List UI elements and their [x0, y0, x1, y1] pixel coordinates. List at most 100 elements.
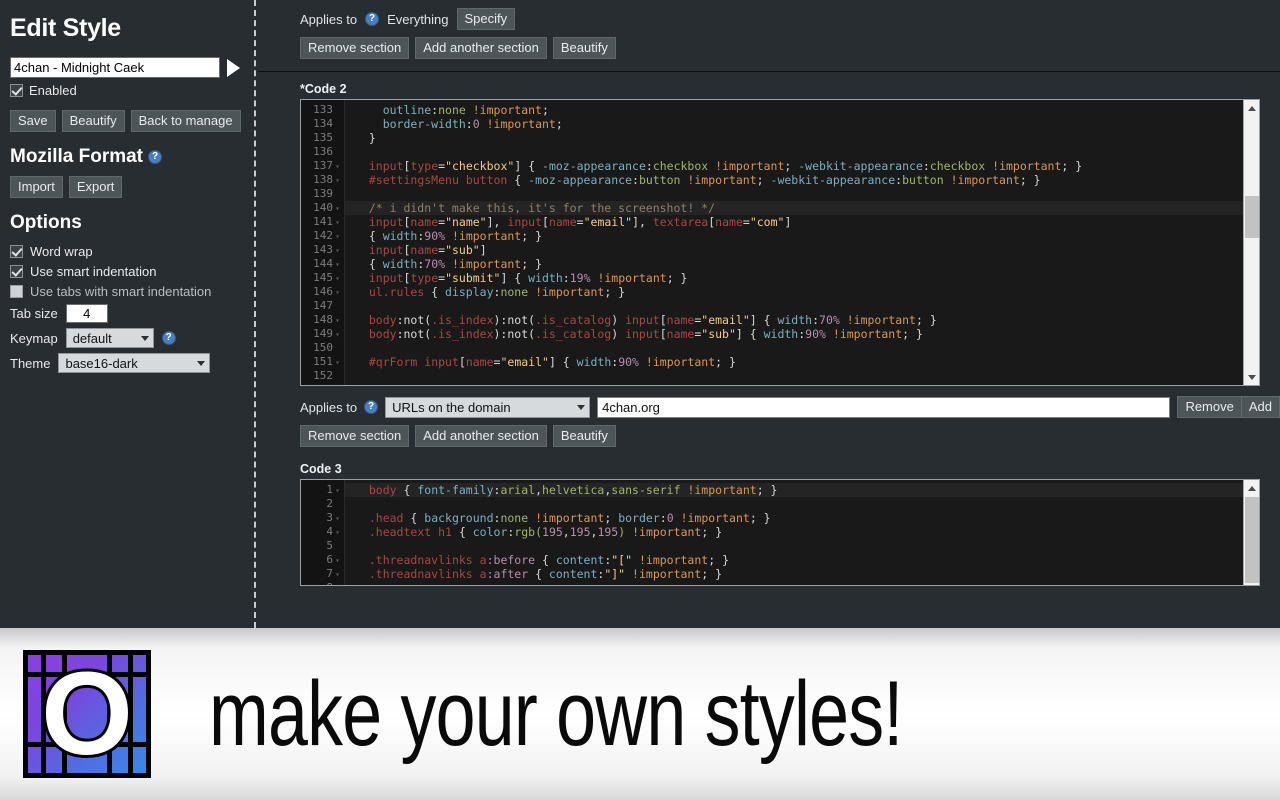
code-line[interactable]: { width:70% !important; }	[355, 257, 1259, 271]
remove-section-button[interactable]: Remove section	[300, 37, 409, 59]
back-to-manage-button[interactable]: Back to manage	[131, 110, 241, 132]
code-line[interactable]: .headtext h1 { color:rgb(195,195,195) !i…	[355, 525, 1259, 539]
fold-arrow-icon[interactable]: ▾	[333, 244, 342, 258]
code-line[interactable]: { width:90% !important; }	[355, 229, 1259, 243]
code-line[interactable]	[355, 497, 1259, 511]
remove-applies-button[interactable]: Remove	[1177, 396, 1241, 418]
fold-arrow-icon[interactable]: ▾	[333, 568, 342, 582]
code-token: ; }	[701, 567, 722, 581]
line-number: 8	[301, 581, 344, 586]
code-token: .is_catalog	[535, 327, 611, 341]
applies-to-url-input[interactable]	[597, 397, 1170, 418]
fold-arrow-icon[interactable]: ▾	[333, 484, 342, 498]
fold-arrow-icon[interactable]: ▾	[333, 230, 342, 244]
fold-arrow-icon[interactable]: ▾	[333, 202, 342, 216]
code-line[interactable]: input[type="submit"] { width:19% !import…	[355, 271, 1259, 285]
question-mark-icon[interactable]: ?	[365, 12, 379, 26]
tab-size-input[interactable]	[66, 304, 108, 323]
code-line[interactable]: body { font-family:arial,helvetica,sans-…	[345, 483, 1259, 497]
code-line[interactable]	[355, 341, 1259, 355]
code-line[interactable]: input[type="checkbox"] { -moz-appearance…	[355, 159, 1259, 173]
code-token: [	[459, 355, 466, 369]
fold-arrow-icon[interactable]: ▾	[333, 356, 342, 370]
scroll-up-arrow-icon[interactable]	[1244, 480, 1260, 496]
code-token: !important	[473, 103, 542, 117]
arrow-right-icon[interactable]	[227, 59, 240, 77]
code3-editor[interactable]: 1▾2 3▾4▾5 6▾7▾8 body { font-family:arial…	[300, 479, 1260, 586]
code-line[interactable]: .threadnavlinks a:after { content:"]" !i…	[355, 567, 1259, 581]
fold-arrow-icon[interactable]: ▾	[333, 512, 342, 526]
code-line[interactable]: input[name="sub"]	[355, 243, 1259, 257]
beautify-section-button[interactable]: Beautify	[553, 37, 616, 59]
add-another-section-button[interactable]: Add another section	[415, 37, 547, 59]
code-token: 195	[597, 525, 618, 539]
code-line[interactable]: .threadnavlinks a:before { content:"[" !…	[355, 553, 1259, 567]
enabled-checkbox-row[interactable]: Enabled	[10, 83, 246, 98]
fold-arrow-icon[interactable]: ▾	[333, 554, 342, 568]
applies-to-type-select[interactable]: URLs on the domain	[385, 397, 590, 418]
question-mark-icon[interactable]: ?	[148, 150, 162, 164]
word-wrap-checkbox[interactable]	[10, 245, 23, 258]
enabled-checkbox[interactable]	[10, 84, 23, 97]
option-word-wrap[interactable]: Word wrap	[10, 244, 246, 259]
add-applies-button[interactable]: Add	[1242, 396, 1280, 418]
style-name-input[interactable]	[10, 57, 220, 78]
scroll-down-arrow-icon[interactable]	[1244, 369, 1260, 385]
fold-arrow-icon[interactable]: ▾	[333, 160, 342, 174]
code-line[interactable]: border-width:0 !important;	[355, 117, 1259, 131]
code-token: ,	[563, 525, 570, 539]
code-line[interactable]	[355, 299, 1259, 313]
code-line[interactable]	[355, 145, 1259, 159]
code-token: 90%	[618, 355, 639, 369]
smart-indentation-checkbox[interactable]	[10, 265, 23, 278]
fold-arrow-icon[interactable]: ▾	[333, 258, 342, 272]
code3-content[interactable]: body { font-family:arial,helvetica,sans-…	[345, 480, 1259, 585]
code2-scrollbar[interactable]	[1243, 100, 1259, 385]
code-line[interactable]: /* resize the email field for /b/ */	[355, 383, 1259, 385]
fold-arrow-icon[interactable]: ▾	[333, 174, 342, 188]
tabs-smart-indentation-checkbox[interactable]	[10, 285, 23, 298]
question-mark-icon[interactable]: ?	[162, 331, 176, 345]
code-line[interactable]: #qrForm input[name="email"] { width:90% …	[355, 355, 1259, 369]
code-line[interactable]: input[name="name"], input[name="email"],…	[355, 215, 1259, 229]
code-line[interactable]	[355, 539, 1259, 553]
remove-section-button[interactable]: Remove section	[300, 425, 409, 447]
code-line[interactable]: outline:none !important;	[355, 103, 1259, 117]
code-line[interactable]: #settingsMenu button { -moz-appearance:b…	[355, 173, 1259, 187]
fold-arrow-icon[interactable]: ▾	[333, 286, 342, 300]
fold-arrow-icon[interactable]: ▾	[333, 384, 342, 386]
save-button[interactable]: Save	[10, 110, 56, 132]
code-line[interactable]: /* i didn't make this, it's for the scre…	[345, 201, 1259, 215]
code-line[interactable]	[355, 581, 1259, 585]
scroll-up-arrow-icon[interactable]	[1244, 100, 1260, 116]
code3-scrollbar[interactable]	[1243, 480, 1259, 585]
import-button[interactable]: Import	[10, 176, 63, 198]
fold-arrow-icon[interactable]: ▾	[333, 328, 342, 342]
keymap-select[interactable]: default	[66, 328, 154, 348]
code-line[interactable]: ul.rules { display:none !important; }	[355, 285, 1259, 299]
code-line[interactable]: }	[355, 131, 1259, 145]
code-line[interactable]	[355, 369, 1259, 383]
code2-scrollbar-thumb[interactable]	[1245, 196, 1259, 238]
code3-scrollbar-thumb[interactable]	[1245, 497, 1259, 583]
code2-editor[interactable]: 133 134 135 136 137▾138▾139 140▾141▾142▾…	[300, 99, 1260, 386]
question-mark-icon[interactable]: ?	[364, 400, 378, 414]
beautify-section-button[interactable]: Beautify	[553, 425, 616, 447]
option-tabs-with-smart-indentation[interactable]: Use tabs with smart indentation	[10, 284, 246, 299]
option-smart-indentation[interactable]: Use smart indentation	[10, 264, 246, 279]
export-button[interactable]: Export	[69, 176, 123, 198]
code-line[interactable]	[355, 187, 1259, 201]
fold-arrow-icon[interactable]: ▾	[333, 216, 342, 230]
fold-arrow-icon[interactable]: ▾	[333, 272, 342, 286]
code2-content[interactable]: outline:none !important; border-width:0 …	[345, 100, 1259, 385]
code-line[interactable]: body:not(.is_index):not(.is_catalog) inp…	[355, 313, 1259, 327]
code-line[interactable]: .head { background:none !important; bord…	[355, 511, 1259, 525]
fold-arrow-icon[interactable]: ▾	[333, 314, 342, 328]
beautify-button[interactable]: Beautify	[62, 110, 125, 132]
fold-arrow-icon[interactable]: ▾	[333, 526, 342, 540]
code-token: a	[480, 567, 487, 581]
add-another-section-button[interactable]: Add another section	[415, 425, 547, 447]
code-line[interactable]: body:not(.is_index):not(.is_catalog) inp…	[355, 327, 1259, 341]
theme-select[interactable]: base16-dark	[58, 353, 210, 373]
specify-button[interactable]: Specify	[457, 8, 516, 30]
